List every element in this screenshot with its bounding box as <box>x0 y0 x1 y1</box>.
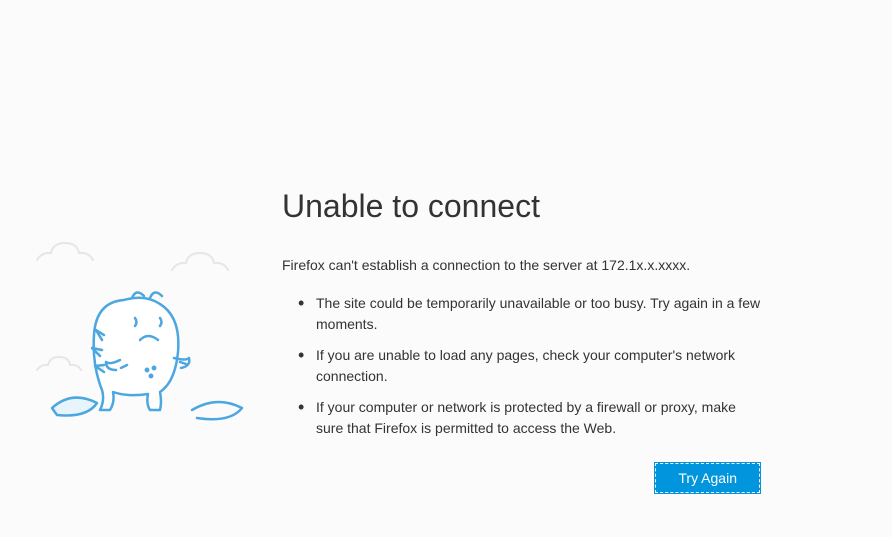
error-bullet-list: The site could be temporarily unavailabl… <box>282 293 762 439</box>
error-description: Firefox can't establish a connection to … <box>282 257 762 273</box>
error-illustration <box>32 240 262 460</box>
error-bullet: The site could be temporarily unavailabl… <box>310 293 762 335</box>
error-bullet: If you are unable to load any pages, che… <box>310 345 762 387</box>
error-bullet: If your computer or network is protected… <box>310 397 762 439</box>
page-title: Unable to connect <box>282 188 762 225</box>
try-again-button[interactable]: Try Again <box>655 463 760 493</box>
